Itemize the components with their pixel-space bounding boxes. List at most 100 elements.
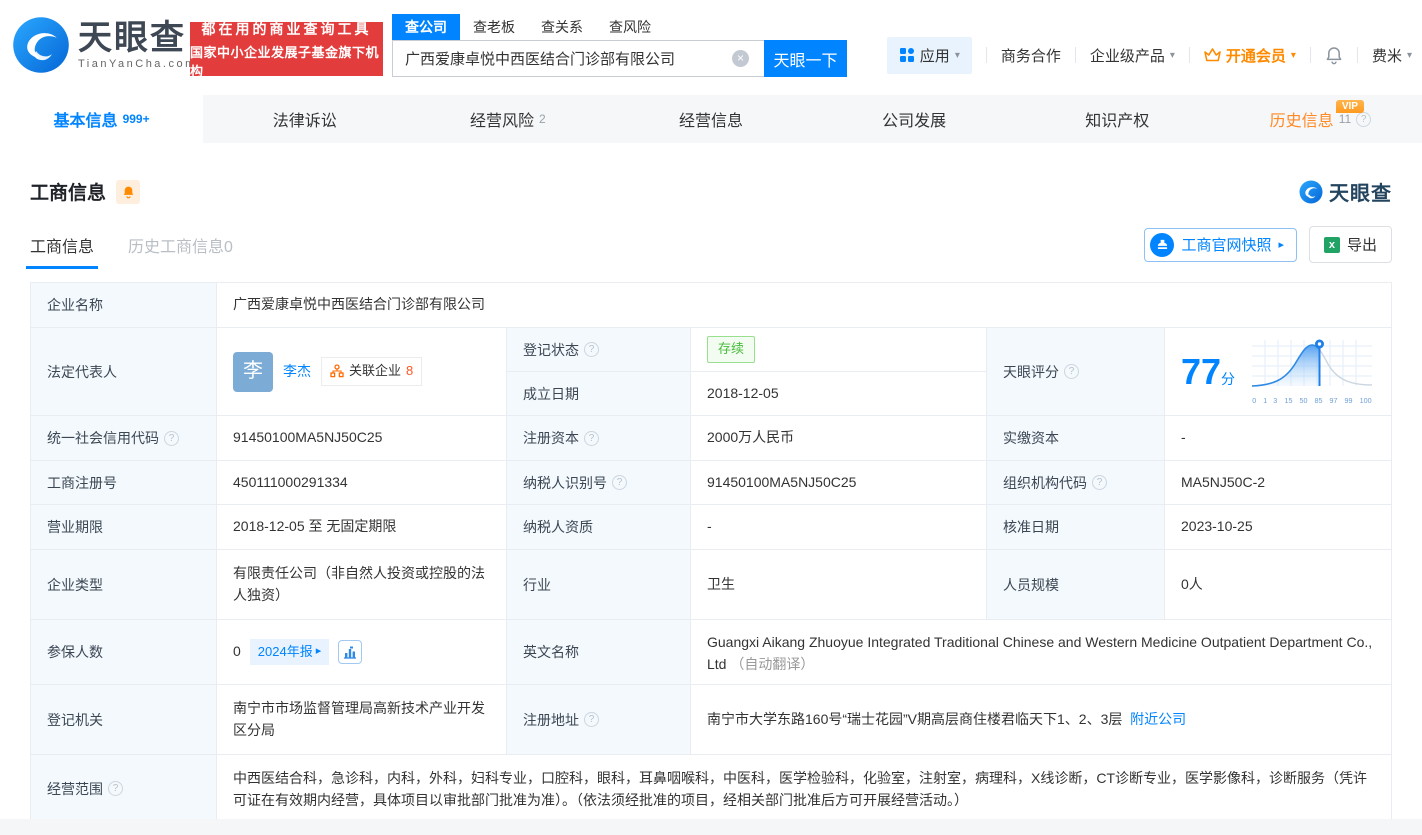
nearby-companies-link[interactable]: 附近公司 <box>1130 709 1186 731</box>
address-value: 南宁市大学东路160号“瑞士花园”V期高层商住楼君临天下1、2、3层 <box>707 710 1123 727</box>
tab-legal[interactable]: 法律诉讼 <box>203 95 406 143</box>
help-icon[interactable]: ? <box>1064 364 1079 379</box>
insured-trend-button[interactable] <box>338 640 363 664</box>
tianyancha-swirl-icon <box>13 17 69 73</box>
industry-label: 行业 <box>507 550 691 620</box>
insured-cell: 0 2024年报 ▸ <box>217 620 507 685</box>
score-axis-labels: 0 1 3 15 50 85 97 99 100 <box>1252 396 1372 405</box>
notification-bell-icon[interactable] <box>1325 46 1343 65</box>
tab-company-development[interactable]: 公司发展 <box>813 95 1016 143</box>
status-badge: 存续 <box>707 336 756 363</box>
section-header: 工商信息 天眼查 <box>0 143 1422 206</box>
search-tab-risk[interactable]: 查风险 <box>596 14 664 40</box>
auto-translate-note: （自动翻译） <box>730 655 815 672</box>
official-snapshot-button[interactable]: 工商官网快照 ▸ <box>1144 227 1297 262</box>
business-scope-label: 经营范围 ? <box>31 755 217 823</box>
search-tab-relation[interactable]: 查关系 <box>528 14 596 40</box>
paid-capital-value: - <box>1165 416 1393 461</box>
tab-basic-info[interactable]: 基本信息 999+ <box>0 95 204 143</box>
nav-vip-label: 开通会员 <box>1225 47 1286 65</box>
divider <box>1309 47 1311 63</box>
legal-rep-link[interactable]: 李杰 <box>283 361 311 383</box>
apps-grid-icon <box>899 48 914 62</box>
search-area: 查公司 查老板 查关系 查风险 天眼一下 × <box>392 13 847 77</box>
tab-history-info[interactable]: VIP 历史信息 11 ? <box>1219 95 1422 143</box>
nav-user[interactable]: 费米 ▾ <box>1372 45 1412 66</box>
nav-cooperation[interactable]: 商务合作 <box>1001 45 1061 66</box>
credit-code-label: 统一社会信用代码 ? <box>31 416 217 461</box>
related-companies-label: 关联企业 <box>349 363 402 379</box>
paid-capital-label: 实缴资本 <box>987 416 1165 461</box>
score-cell: 77分 0 1 3 15 50 85 97 99 100 <box>1165 328 1393 416</box>
taxpayer-quality-label: 纳税人资质 <box>507 505 691 550</box>
business-term-label: 营业期限 <box>31 505 217 550</box>
help-icon[interactable]: ? <box>1356 111 1372 127</box>
help-icon[interactable]: ? <box>164 430 179 446</box>
clear-search-icon[interactable]: × <box>732 50 749 67</box>
company-name-value: 广西爱康卓悦中西医结合门诊部有限公司 <box>217 283 1393 328</box>
arrow-right-icon: ▸ <box>315 645 322 658</box>
tab-operating-info[interactable]: 经营信息 <box>609 95 812 143</box>
company-name-label: 企业名称 <box>31 283 217 328</box>
avatar[interactable]: 李 <box>233 351 273 392</box>
nav-vip[interactable]: 开通会员 ▾ <box>1204 45 1296 66</box>
nav-user-label: 费米 <box>1371 47 1402 65</box>
divider <box>1074 47 1076 63</box>
help-icon[interactable]: ? <box>584 430 599 446</box>
taxpayer-id-value: 91450100MA5NJ50C25 <box>691 461 987 505</box>
nav-apps[interactable]: 应用 ▾ <box>886 36 972 74</box>
banner-line2: 国家中小企业发展子基金旗下机构 <box>190 44 380 79</box>
annual-report-badge[interactable]: 2024年报 ▸ <box>249 638 330 666</box>
english-name-label: 英文名称 <box>507 620 691 685</box>
chevron-down-icon: ▾ <box>1406 49 1412 61</box>
divider <box>985 47 987 63</box>
help-icon[interactable]: ? <box>584 342 599 357</box>
subtab-history-business-info[interactable]: 历史工商信息0 <box>128 233 233 269</box>
help-icon[interactable]: ? <box>612 475 627 490</box>
org-code-value: MA5NJ50C-2 <box>1165 461 1393 505</box>
vip-badge: VIP <box>1335 100 1364 113</box>
logo-subtitle: TianYanCha.com <box>78 58 197 70</box>
subtab-business-info[interactable]: 工商信息 <box>25 233 99 269</box>
establish-date-value: 2018-12-05 <box>691 372 987 416</box>
score-unit: 分 <box>1221 370 1236 387</box>
tianyancha-swirl-icon <box>1299 180 1323 203</box>
nav-enterprise-label: 企业级产品 <box>1089 47 1165 65</box>
credit-code-value: 91450100MA5NJ50C25 <box>217 416 507 461</box>
legal-rep-cell: 李 李杰 关联企业 8 <box>217 328 507 416</box>
address-cell: 南宁市大学东路160号“瑞士花园”V期高层商住楼君临天下1、2、3层 附近公司 <box>691 685 1393 755</box>
bar-chart-icon <box>344 646 357 659</box>
chevron-down-icon: ▾ <box>954 49 960 61</box>
search-tab-company[interactable]: 查公司 <box>392 13 460 40</box>
monitor-bell-icon[interactable] <box>116 179 141 204</box>
help-icon[interactable]: ? <box>108 781 123 796</box>
search-tab-boss[interactable]: 查老板 <box>460 14 528 40</box>
brand-watermark: 天眼查 <box>1299 177 1392 206</box>
score-distribution-chart: 0 1 3 15 50 85 97 99 100 <box>1249 336 1375 407</box>
snapshot-label: 工商官网快照 <box>1181 237 1272 254</box>
divider <box>1356 47 1358 63</box>
search-button[interactable]: 天眼一下 <box>764 40 847 77</box>
legal-rep-label: 法定代表人 <box>31 328 217 416</box>
reg-number-label: 工商注册号 <box>31 461 217 505</box>
chevron-down-icon: ▾ <box>1169 49 1175 61</box>
tianyancha-logo[interactable]: 天眼查 TianYanCha.com <box>12 16 197 74</box>
nav-enterprise[interactable]: 企业级产品 ▾ <box>1090 45 1175 66</box>
business-info-table: 企业名称 广西爱康卓悦中西医结合门诊部有限公司 法定代表人 李 李杰 关联企业 … <box>30 282 1393 823</box>
export-label: 导出 <box>1346 237 1377 254</box>
insured-label: 参保人数 <box>31 620 217 685</box>
help-icon[interactable]: ? <box>1092 475 1107 490</box>
tab-label: 法律诉讼 <box>272 113 337 130</box>
section-title: 工商信息 <box>30 183 107 204</box>
tab-label: 知识产权 <box>1085 113 1150 130</box>
tab-operating-risk[interactable]: 经营风险 2 <box>406 95 609 143</box>
top-header: 天眼查 TianYanCha.com 都在用的商业查询工具 国家中小企业发展子基… <box>0 0 1422 95</box>
page-bottom-strip <box>0 819 1422 835</box>
tab-label: 经营风险 <box>470 113 535 130</box>
search-input[interactable] <box>392 40 764 77</box>
tab-intellectual-property[interactable]: 知识产权 <box>1016 95 1219 143</box>
help-icon[interactable]: ? <box>584 712 599 727</box>
divider <box>1188 47 1190 63</box>
export-button[interactable]: x 导出 <box>1308 226 1392 263</box>
related-companies-badge[interactable]: 关联企业 8 <box>321 357 423 386</box>
